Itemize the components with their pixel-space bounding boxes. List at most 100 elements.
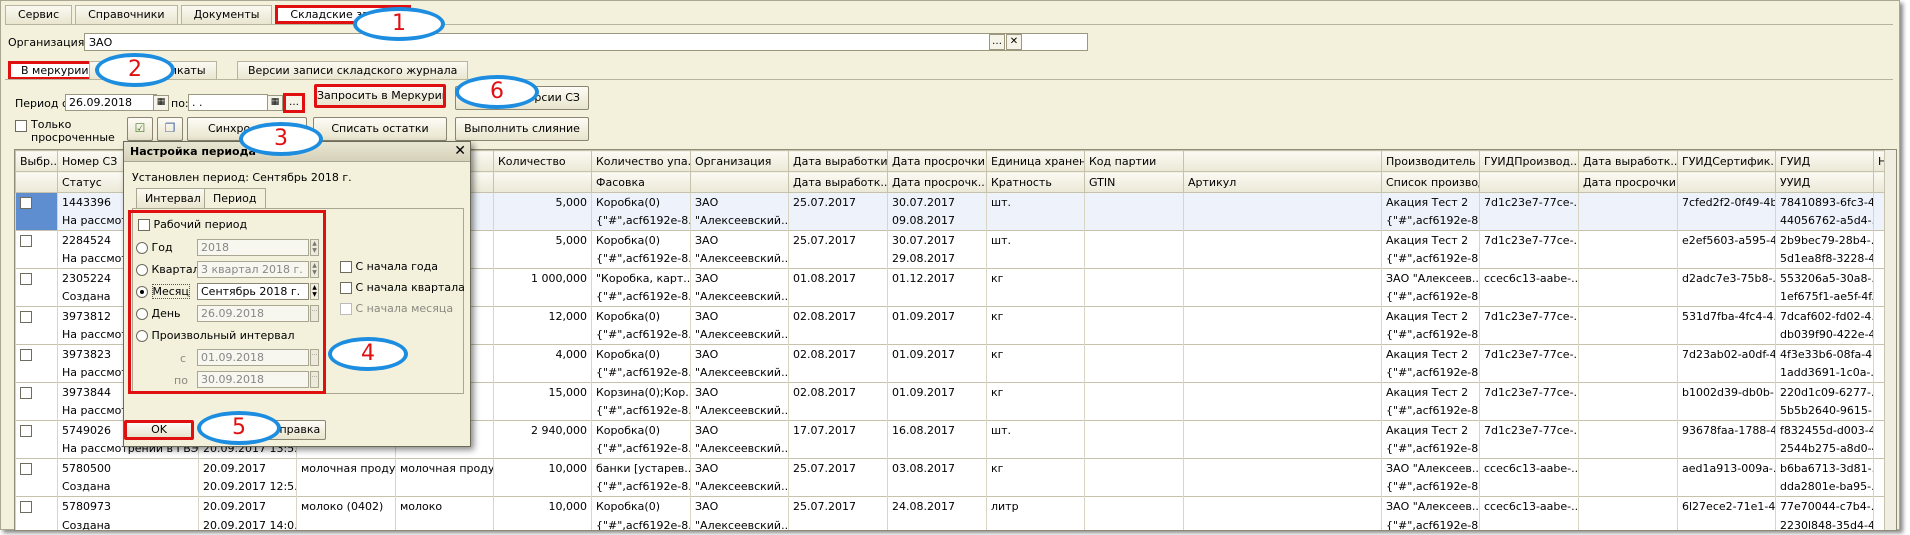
table-cell[interactable] xyxy=(493,439,592,459)
table-cell[interactable] xyxy=(788,401,888,421)
table-cell[interactable] xyxy=(1677,439,1776,459)
row-select-checkbox[interactable] xyxy=(20,272,32,285)
table-cell[interactable]: 16.08.2017 xyxy=(887,420,987,440)
table-cell[interactable]: 12,000 xyxy=(493,306,592,326)
table-cell[interactable] xyxy=(1578,363,1678,383)
table-cell[interactable] xyxy=(1084,496,1184,516)
table-cell[interactable]: Акация Тест 2 xyxy=(1381,230,1480,250)
table-cell[interactable]: 25.07.2017 xyxy=(788,230,888,250)
table-cell[interactable]: 10,000 xyxy=(493,458,592,478)
org-select-button[interactable]: … xyxy=(989,34,1005,50)
org-input[interactable]: ЗАО xyxy=(84,33,1088,51)
table-cell[interactable]: 30.07.2017 xyxy=(887,192,987,212)
radio-circle[interactable] xyxy=(136,264,148,276)
table-cell[interactable]: ccec6c13-aabe-... xyxy=(1479,268,1579,288)
menu-tab-references[interactable]: Справочники xyxy=(75,5,178,24)
table-cell[interactable] xyxy=(296,477,396,497)
table-cell[interactable]: 7dcaf602-fd02-4... xyxy=(1775,306,1874,326)
row-select-checkbox[interactable] xyxy=(20,424,32,437)
table-cell[interactable] xyxy=(887,439,987,459)
table-cell[interactable] xyxy=(788,363,888,383)
table-cell[interactable]: 24.08.2017 xyxy=(887,496,987,516)
table-cell[interactable] xyxy=(1479,211,1579,231)
table-cell[interactable]: ЗАО xyxy=(690,344,789,364)
table-cell[interactable]: 1add3691-1c0a-... xyxy=(1775,363,1874,383)
table-cell[interactable]: {"#",acf6192e-81ca-46ef-93a6-5a696... xyxy=(1381,439,1480,459)
table-cell[interactable]: 7cfed2f2-0f49-4b... xyxy=(1677,192,1776,212)
table-cell[interactable]: 02.08.2017 xyxy=(788,344,888,364)
column-header[interactable]: ГУИДПроизвод... xyxy=(1479,150,1579,172)
table-cell[interactable] xyxy=(1578,306,1678,326)
table-cell[interactable]: {"#",acf6192e-8... xyxy=(591,515,691,530)
table-cell[interactable]: "Алексеевский... xyxy=(690,211,789,231)
table-cell[interactable] xyxy=(788,515,888,530)
start-month-checkbox[interactable]: С начала месяца xyxy=(340,302,453,315)
table-cell[interactable] xyxy=(1578,230,1678,250)
table-cell[interactable]: 5780973 xyxy=(57,496,199,516)
table-cell[interactable] xyxy=(493,249,592,269)
table-cell[interactable] xyxy=(1578,515,1678,530)
column-subheader[interactable]: УУИД xyxy=(1775,171,1874,193)
checkbox-box[interactable] xyxy=(138,219,150,231)
table-cell[interactable]: b1002d39-db0b-... xyxy=(1677,382,1776,402)
table-cell[interactable]: "Алексеевский... xyxy=(690,249,789,269)
table-cell[interactable]: "Алексеевский... xyxy=(690,439,789,459)
radio-quarter[interactable]: Квартал xyxy=(136,263,200,276)
writeoff-button[interactable]: Списать остатки xyxy=(313,117,447,141)
table-cell[interactable] xyxy=(1578,401,1678,421)
spinner-icon[interactable]: ▲ ▼ xyxy=(310,283,319,300)
table-cell[interactable]: dda2801e-ba95-... xyxy=(1775,477,1874,497)
row-select-checkbox[interactable] xyxy=(20,234,32,247)
quarter-input[interactable]: 3 квартал 2018 г. xyxy=(197,261,309,278)
column-subheader[interactable] xyxy=(15,171,58,193)
table-cell[interactable] xyxy=(1084,306,1184,326)
table-cell[interactable]: 15,000 xyxy=(493,382,592,402)
table-cell[interactable] xyxy=(788,287,888,307)
table-cell[interactable] xyxy=(15,477,58,497)
table-cell[interactable]: Акация Тест 2 xyxy=(1381,306,1480,326)
column-subheader[interactable] xyxy=(1677,171,1776,193)
radio-custom-interval[interactable]: Произвольный интервал xyxy=(136,329,294,342)
working-period-checkbox[interactable]: Рабочий период xyxy=(138,218,247,231)
table-cell[interactable]: Коробка(0) xyxy=(591,192,691,212)
table-cell[interactable] xyxy=(1578,477,1678,497)
table-cell[interactable]: ЗАО xyxy=(690,382,789,402)
table-cell[interactable]: Корзина(0);Кор... xyxy=(591,382,691,402)
period-to-input[interactable]: . . xyxy=(188,94,268,111)
table-cell[interactable] xyxy=(15,230,58,250)
table-cell[interactable]: 44056762-a5d4-... xyxy=(1775,211,1874,231)
table-cell[interactable] xyxy=(986,439,1085,459)
table-cell[interactable]: aed1a913-009a-... xyxy=(1677,458,1776,478)
table-cell[interactable]: ЗАО xyxy=(690,496,789,516)
table-cell[interactable]: 7d1c23e7-77ce-... xyxy=(1479,230,1579,250)
table-cell[interactable]: Акация Тест 2 xyxy=(1381,420,1480,440)
table-cell[interactable] xyxy=(1084,268,1184,288)
table-cell[interactable]: ЗАО "Алексеев... xyxy=(1381,268,1480,288)
spinner-icon[interactable]: … xyxy=(310,371,319,388)
table-cell[interactable] xyxy=(1084,287,1184,307)
table-cell[interactable]: ЗАО xyxy=(690,458,789,478)
start-quarter-checkbox[interactable]: С начала квартала xyxy=(340,281,465,294)
table-cell[interactable]: "Алексеевский... xyxy=(690,477,789,497)
table-cell[interactable]: ЗАО xyxy=(690,268,789,288)
table-cell[interactable] xyxy=(986,401,1085,421)
table-cell[interactable] xyxy=(493,477,592,497)
table-cell[interactable]: молоко (0402) xyxy=(296,496,396,516)
table-cell[interactable]: молоко xyxy=(395,496,494,516)
table-cell[interactable] xyxy=(887,477,987,497)
table-cell[interactable] xyxy=(1084,325,1184,345)
table-cell[interactable] xyxy=(788,249,888,269)
table-cell[interactable]: молочная проду... xyxy=(395,458,494,478)
table-cell[interactable]: банки [устарев... xyxy=(591,458,691,478)
column-subheader[interactable]: Дата просрочк... xyxy=(887,171,987,193)
table-cell[interactable] xyxy=(493,401,592,421)
table-cell[interactable] xyxy=(1183,439,1382,459)
table-cell[interactable]: шт. xyxy=(986,230,1085,250)
table-cell[interactable] xyxy=(15,344,58,364)
table-cell[interactable]: {"#",acf6192e-81ca-46ef-93a6-5a696... xyxy=(1381,249,1480,269)
table-cell[interactable] xyxy=(1084,211,1184,231)
table-cell[interactable]: 1 000,000 xyxy=(493,268,592,288)
table-cell[interactable]: 7d1c23e7-77ce-... xyxy=(1479,382,1579,402)
table-cell[interactable]: Создана xyxy=(57,477,199,497)
table-cell[interactable]: "Алексеевский... xyxy=(690,515,789,530)
